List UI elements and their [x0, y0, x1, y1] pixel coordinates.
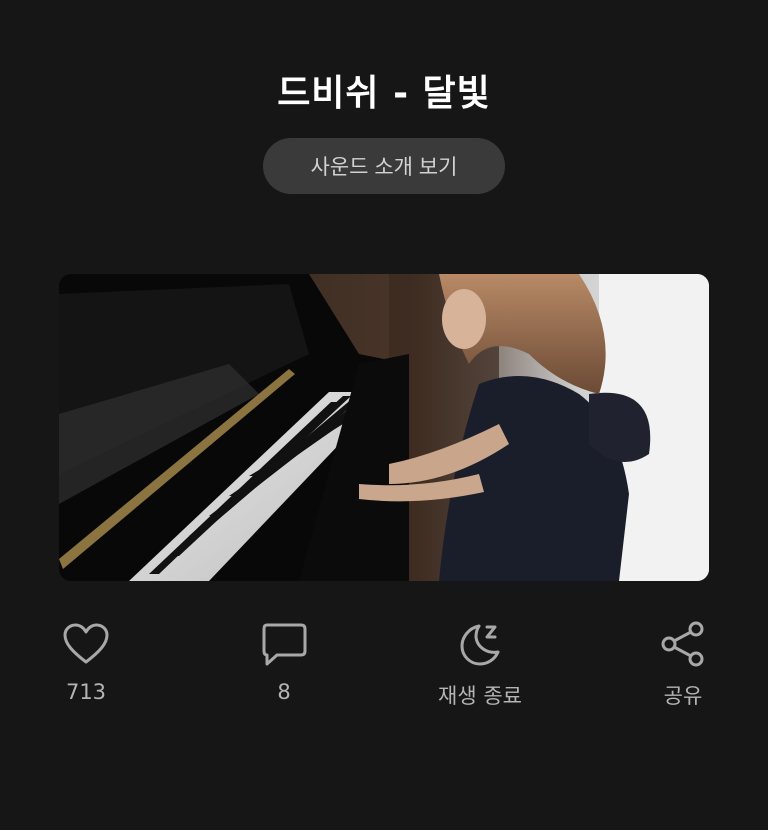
- sleep-timer-icon: [456, 620, 504, 668]
- heart-icon: [62, 620, 110, 668]
- sound-intro-button[interactable]: 사운드 소개 보기: [263, 138, 505, 194]
- share-action[interactable]: 공유: [659, 620, 707, 710]
- comment-icon: [260, 620, 308, 668]
- share-icon: [659, 620, 707, 668]
- comment-action[interactable]: 8: [260, 620, 308, 704]
- piano-scene-image: [59, 274, 709, 581]
- page-title: 드비쉬 - 달빛: [277, 73, 491, 114]
- comment-count: 8: [277, 680, 291, 704]
- video-thumbnail[interactable]: [59, 274, 709, 581]
- action-bar: 713 8 재생 종료 공유: [0, 620, 768, 720]
- sleep-timer-action[interactable]: 재생 종료: [438, 620, 522, 710]
- share-label: 공유: [663, 684, 703, 708]
- sound-detail-page: 드비쉬 - 달빛 사운드 소개 보기 713 8 재생 종료 공유: [0, 0, 768, 830]
- like-count: 713: [65, 680, 107, 704]
- like-action[interactable]: 713: [62, 620, 110, 704]
- sleep-timer-label: 재생 종료: [438, 684, 522, 708]
